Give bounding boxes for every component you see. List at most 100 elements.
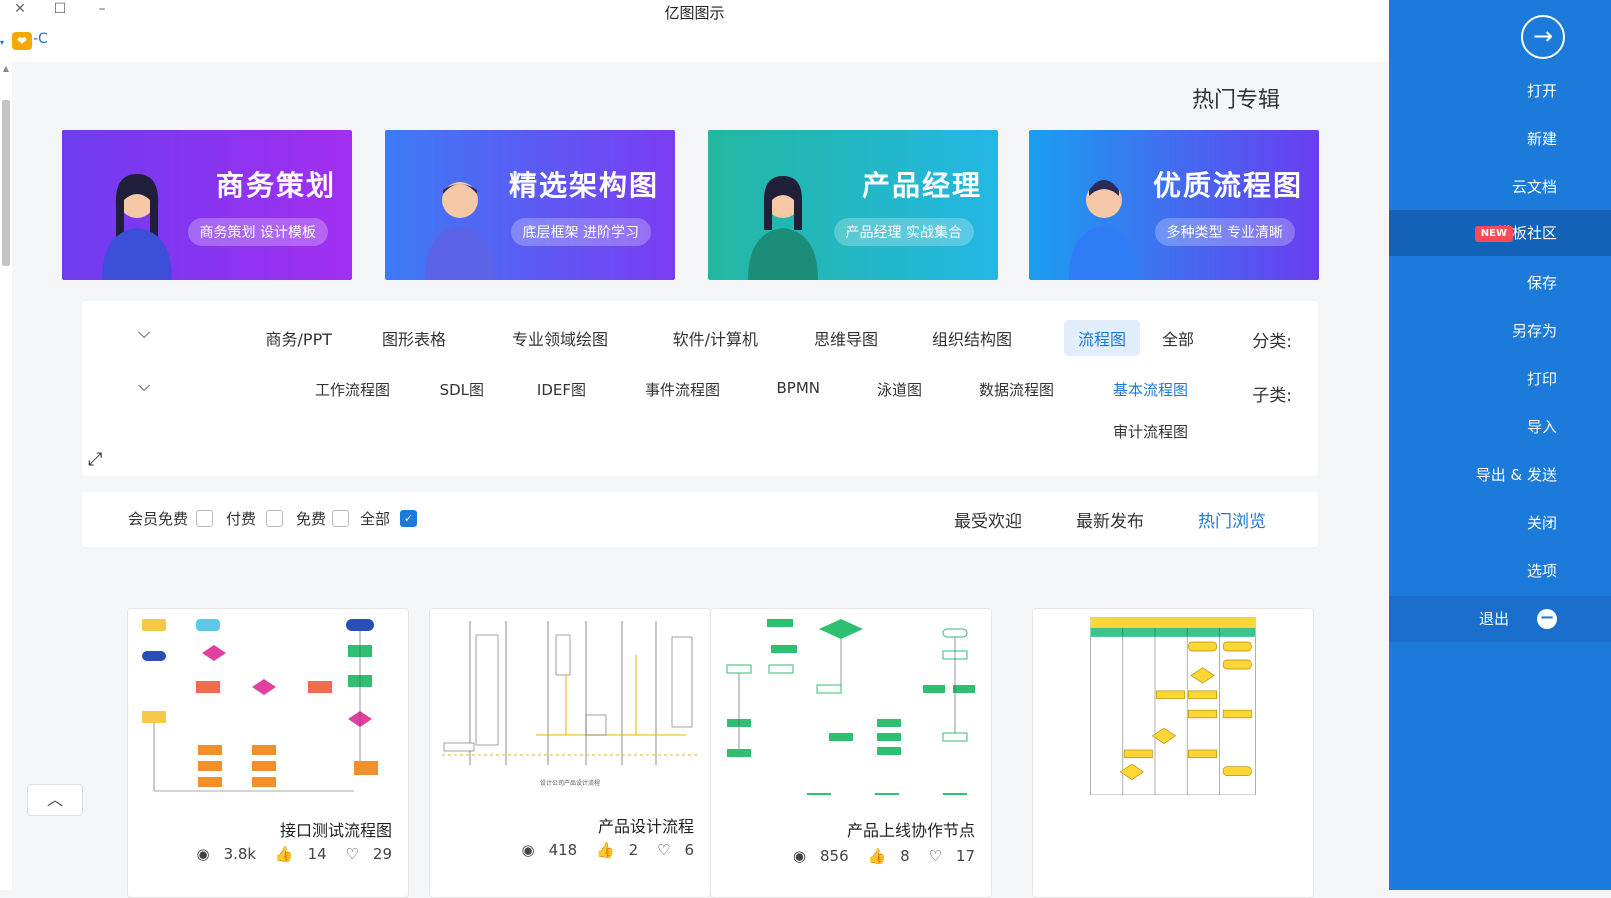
heart-icon[interactable]: ♡ <box>928 847 941 865</box>
subcategory-sdl[interactable]: SDL图 <box>426 373 498 406</box>
subcategory-idef[interactable]: IDEF图 <box>523 373 600 406</box>
sidebar-item-template-community[interactable]: 模板社区 NEW <box>1389 210 1611 256</box>
back-to-top-button[interactable]: ︿ <box>27 784 83 816</box>
scroll-up-icon[interactable]: ▲ <box>0 64 12 73</box>
like-icon[interactable]: 👍 <box>867 847 886 865</box>
template-stats: ◉ 3.8k 👍 14 ♡ 29 <box>182 845 392 863</box>
dropdown-arrow-icon[interactable]: ▾ <box>0 38 4 47</box>
banner-product-manager[interactable]: 产品经理 产品经理 实战集合 <box>708 130 998 280</box>
favs-count: 6 <box>684 841 694 859</box>
filter-panel: 分类: 全部 流程图 组织结构图 思维导图 软件/计算机 专业领域绘图 图形表格… <box>82 301 1318 476</box>
template-card[interactable]: 接口测试流程图 ◉ 3.8k 👍 14 ♡ 29 <box>127 608 409 898</box>
views-count: 856 <box>820 847 849 865</box>
person-illustration <box>425 182 495 280</box>
sidebar-item-new[interactable]: 新建 <box>1389 116 1611 162</box>
template-thumbnail <box>717 615 985 795</box>
sidebar-item-save-as[interactable]: 另存为 <box>1389 308 1611 354</box>
category-all[interactable]: 全部 <box>1148 320 1208 356</box>
user-label[interactable]: -C <box>33 31 48 47</box>
expand-icon[interactable]: ⤢ <box>88 449 102 470</box>
sidebar-item-close[interactable]: 关闭 <box>1389 500 1611 546</box>
sidebar-item-options[interactable]: 选项 <box>1389 548 1611 594</box>
sidebar-item-save[interactable]: 保存 <box>1389 260 1611 306</box>
sort-hot[interactable]: 热门浏览 <box>1198 507 1266 532</box>
category-tables[interactable]: 图形表格 <box>368 320 460 356</box>
vip-icon[interactable]: ❤ <box>12 32 32 50</box>
category-business-ppt[interactable]: 商务/PPT <box>252 320 346 356</box>
sidebar-item-label: 导出 & 发送 <box>1475 466 1557 484</box>
favs-count: 29 <box>372 845 392 863</box>
sidebar-item-open[interactable]: 打开 <box>1389 68 1611 114</box>
svg-text:设计公司产品设计流程: 设计公司产品设计流程 <box>540 779 600 787</box>
sidebar-item-export-send[interactable]: 导出 & 发送 <box>1389 452 1611 498</box>
person-illustration <box>1069 180 1139 280</box>
likes-count: 14 <box>307 845 327 863</box>
sidebar-item-label: 关闭 <box>1526 514 1557 532</box>
sidebar-item-label: 选项 <box>1526 562 1557 580</box>
sidebar-item-label: 打开 <box>1526 82 1557 100</box>
file-sidebar: → 打开 新建 云文档 模板社区 NEW 保存 另存为 打印 导入 导出 & 发送… <box>1389 0 1611 890</box>
checkbox-label: 免费 <box>296 510 327 528</box>
template-card[interactable]: 产品上线协作节点 ◉ 856 👍 8 ♡ 17 <box>710 608 992 898</box>
heart-icon[interactable]: ♡ <box>345 845 358 863</box>
back-arrow-icon[interactable]: → <box>1521 15 1565 59</box>
sidebar-item-label: 云文档 <box>1511 178 1557 196</box>
likes-count: 2 <box>628 841 639 859</box>
subcategory-event-flow[interactable]: 事件流程图 <box>631 373 734 406</box>
heart-icon[interactable]: ♡ <box>657 841 670 859</box>
sidebar-item-exit[interactable]: − 退出 <box>1389 596 1611 642</box>
scrollbar-thumb[interactable] <box>2 100 10 266</box>
section-title: 热门专辑 <box>1191 88 1280 113</box>
sort-newest[interactable]: 最新发布 <box>1076 507 1144 532</box>
template-stats: ◉ 856 👍 8 ♡ 17 <box>779 847 975 865</box>
vertical-scrollbar[interactable]: ▲ <box>0 62 12 890</box>
category-professional[interactable]: 专业领域绘图 <box>498 320 622 356</box>
eye-icon: ◉ <box>792 847 807 865</box>
template-stats: ◉ 418 👍 2 ♡ 6 <box>507 841 694 859</box>
minimize-window-button[interactable]: – <box>82 0 122 22</box>
subcategory-audit-flow[interactable]: 审计流程图 <box>1099 415 1202 448</box>
sort-popular[interactable]: 最受欢迎 <box>954 507 1022 532</box>
checkbox-label: 付费 <box>226 510 257 528</box>
checkbox-paid[interactable] <box>266 510 283 527</box>
category-org-chart[interactable]: 组织结构图 <box>918 320 1026 356</box>
subcategory-swimlane[interactable]: 泳道图 <box>863 373 936 406</box>
sort-bar: 热门浏览 最新发布 最受欢迎 ✓ 全部 免费 付费 会员免费 <box>82 492 1318 547</box>
sidebar-item-print[interactable]: 打印 <box>1389 356 1611 402</box>
template-card[interactable]: 设计公司产品设计流程 产品设计流程 ◉ 418 👍 2 ♡ 6 <box>429 608 711 898</box>
category-software[interactable]: 软件/计算机 <box>659 320 772 356</box>
views-count: 418 <box>548 841 578 859</box>
checkbox-member-free[interactable] <box>196 510 213 527</box>
chevron-down-icon[interactable]: ⌵ <box>138 376 150 396</box>
banner-business[interactable]: 商务策划 商务策划 设计模板 <box>62 130 352 280</box>
sidebar-item-cloud-docs[interactable]: 云文档 <box>1389 164 1611 210</box>
person-illustration <box>748 176 818 280</box>
likes-count: 8 <box>900 847 910 865</box>
checkbox-all[interactable]: ✓ <box>400 510 417 527</box>
banner-flowchart[interactable]: 优质流程图 多种类型 专业清晰 <box>1029 130 1319 280</box>
title-bar: 亿图图示 ✕ ☐ – <box>0 0 1389 28</box>
sidebar-item-label: 另存为 <box>1511 322 1557 340</box>
checkbox-free[interactable] <box>332 510 349 527</box>
subcategory-workflow[interactable]: 工作流程图 <box>301 373 404 406</box>
close-window-button[interactable]: ✕ <box>0 0 40 22</box>
template-card[interactable] <box>1032 608 1314 898</box>
sidebar-item-import[interactable]: 导入 <box>1389 404 1611 450</box>
eye-icon: ◉ <box>521 841 535 859</box>
exit-icon: − <box>1537 609 1557 629</box>
eye-icon: ◉ <box>196 845 210 863</box>
like-icon[interactable]: 👍 <box>596 841 615 859</box>
subcategory-data-flow[interactable]: 数据流程图 <box>965 373 1068 406</box>
category-mind-map[interactable]: 思维导图 <box>800 320 892 356</box>
subcategory-basic-flowchart[interactable]: 基本流程图 <box>1099 373 1202 406</box>
like-icon[interactable]: 👍 <box>275 845 294 863</box>
subcategory-label: 子类: <box>1252 386 1292 406</box>
template-thumbnail <box>1039 615 1307 795</box>
maximize-window-button[interactable]: ☐ <box>40 0 80 22</box>
category-flowchart[interactable]: 流程图 <box>1063 320 1140 356</box>
checkbox-label: 会员免费 <box>128 510 189 528</box>
sidebar-item-label: 保存 <box>1526 274 1557 292</box>
chevron-down-icon[interactable]: ⌵ <box>138 323 150 343</box>
subcategory-bpmn[interactable]: BPMN <box>763 373 835 403</box>
banner-architecture[interactable]: 精选架构图 底层框架 进阶学习 <box>385 130 675 280</box>
